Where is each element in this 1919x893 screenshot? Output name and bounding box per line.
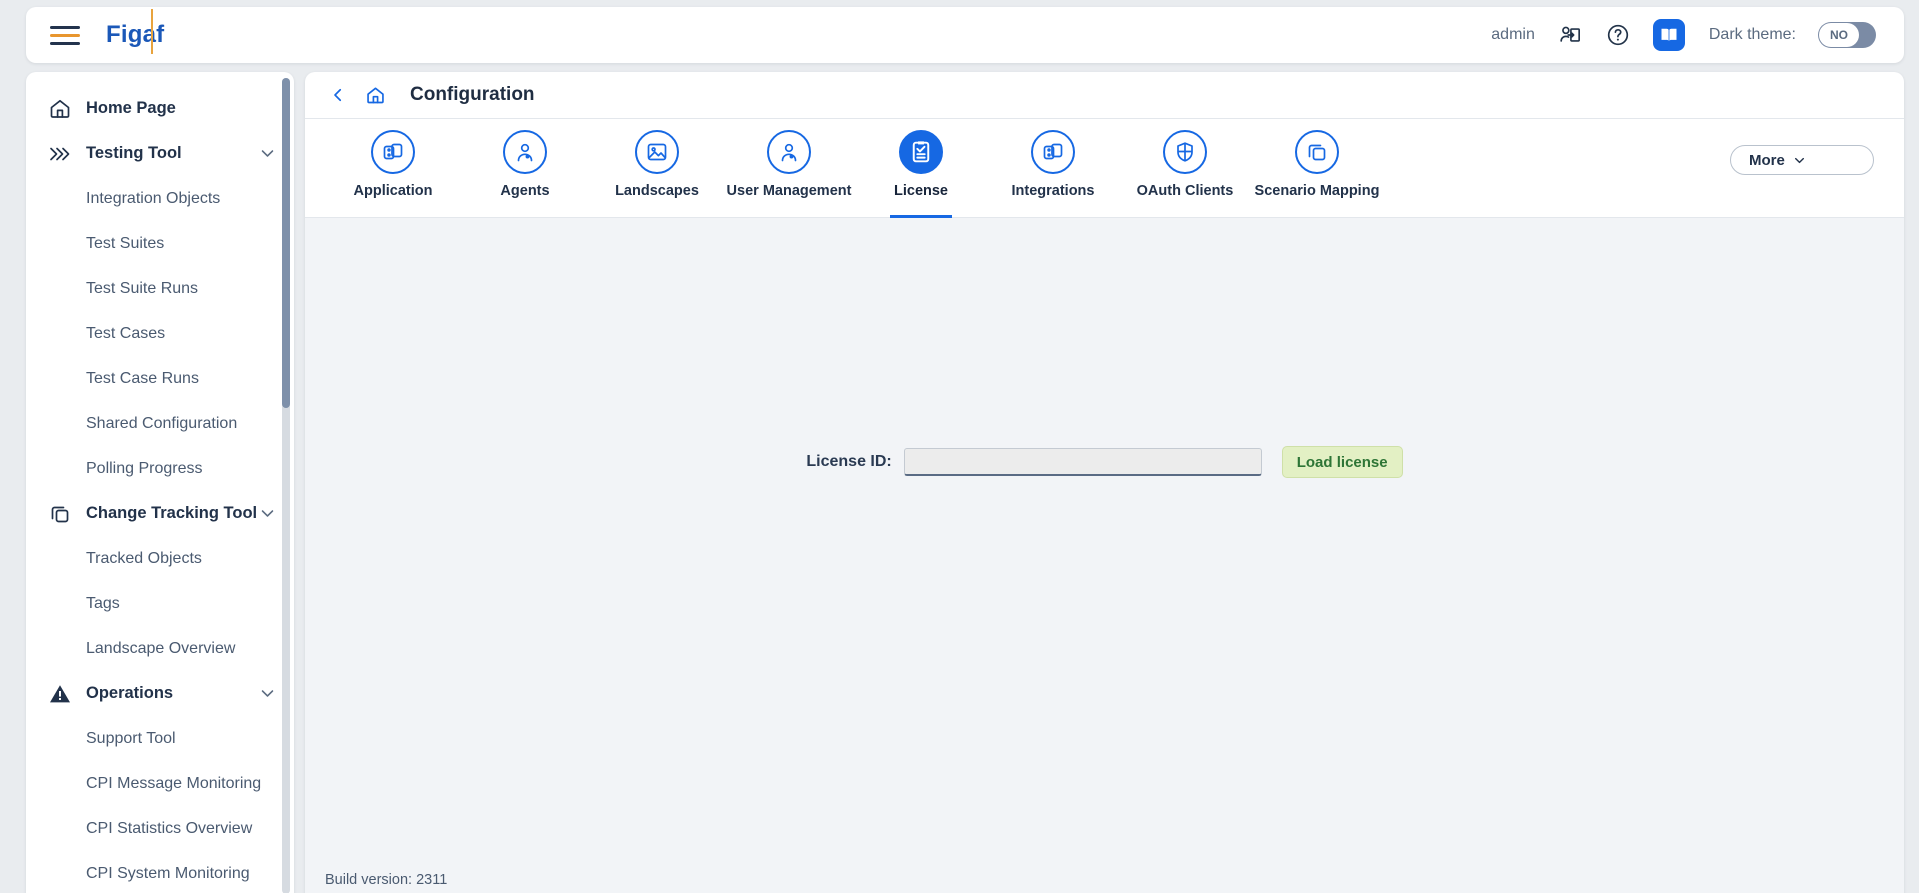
sidebar-group-operations[interactable]: Operations (26, 671, 294, 716)
sidebar-item-cpi-statistics-overview[interactable]: CPI Statistics Overview (26, 806, 294, 851)
chevron-down-icon[interactable] (259, 685, 276, 702)
chevron-down-icon (1794, 157, 1804, 163)
sidebar-item-label: Test Suite Runs (86, 279, 199, 297)
more-button[interactable]: More (1730, 145, 1874, 175)
sidebar-nav-list: Home Page Testing Tool Integration Objects… (26, 72, 294, 893)
copy-icon (48, 502, 72, 526)
tab-label: Integrations (1011, 183, 1095, 199)
sidebar-group-label: Operations (86, 684, 174, 702)
tab-label: Application (353, 183, 433, 199)
sidebar-item-label: Test Suites (86, 234, 165, 252)
sidebar-item-test-suite-runs[interactable]: Test Suite Runs (26, 266, 294, 311)
header-actions: admin Dark theme: NO (1491, 19, 1876, 51)
sidebar-group-label: Testing Tool (86, 144, 182, 162)
clipboard-check-icon (899, 130, 943, 174)
sidebar-item-test-cases[interactable]: Test Cases (26, 311, 294, 356)
sidebar-item-label: Tags (86, 594, 120, 612)
tab-user-management[interactable]: User Management (723, 119, 855, 218)
license-content-area: License ID: Load license Build version: … (305, 218, 1904, 893)
sidebar-group-change-tracking-tool[interactable]: Change Tracking Tool (26, 491, 294, 536)
sidebar-group-label: Change Tracking Tool (86, 504, 258, 522)
sidebar-item-cpi-system-monitoring[interactable]: CPI System Monitoring (26, 851, 294, 893)
warning-triangle-icon (48, 682, 72, 706)
sidebar-item-test-case-runs[interactable]: Test Case Runs (26, 356, 294, 401)
tab-label: Scenario Mapping (1254, 183, 1380, 199)
help-icon[interactable] (1605, 22, 1631, 48)
sidebar-item-label: Shared Configuration (86, 414, 238, 432)
sidebar-item-label: Integration Objects (86, 189, 221, 207)
sidebar-scrollbar-thumb[interactable] (282, 78, 290, 408)
sidebar-item-label: CPI Statistics Overview (86, 819, 253, 837)
load-license-button[interactable]: Load license (1281, 446, 1403, 478)
chevrons-right-icon (48, 142, 72, 166)
brand-text: Figaf (106, 21, 165, 48)
top-header-bar: Figaf admin Dark theme: NO (26, 7, 1904, 63)
sidebar-item-integration-objects[interactable]: Integration Objects (26, 176, 294, 221)
sidebar-item-support-tool[interactable]: Support Tool (26, 716, 294, 761)
tab-label: OAuth Clients (1136, 183, 1234, 199)
sidebar-item-label: Polling Progress (86, 459, 203, 477)
dark-theme-toggle-value: NO (1819, 23, 1859, 47)
tab-label: License (894, 183, 948, 199)
current-user-label: admin (1491, 26, 1535, 43)
user-switch-icon[interactable] (1557, 22, 1583, 48)
sidebar-item-label: CPI System Monitoring (86, 864, 250, 882)
sidebar-item-label: CPI Message Monitoring (86, 774, 262, 792)
license-id-input[interactable] (903, 448, 1262, 476)
dark-theme-label: Dark theme: (1708, 26, 1796, 43)
tab-landscapes[interactable]: Landscapes (591, 119, 723, 218)
sidebar-item-label: Test Cases (86, 324, 166, 342)
sidebar-item-tracked-objects[interactable]: Tracked Objects (26, 536, 294, 581)
home-icon (48, 97, 72, 121)
chevron-down-icon[interactable] (259, 145, 276, 162)
license-id-label: License ID: (806, 453, 892, 470)
sidebar-group-testing-tool[interactable]: Testing Tool (26, 131, 294, 176)
sidebar-item-tags[interactable]: Tags (26, 581, 294, 626)
hamburger-icon[interactable] (50, 23, 80, 47)
sidebar-item-label: Support Tool (86, 729, 176, 747)
image-icon (635, 130, 679, 174)
sidebar-group-home-page[interactable]: Home Page (26, 86, 294, 131)
sidebar-item-cpi-message-monitoring[interactable]: CPI Message Monitoring (26, 761, 294, 806)
license-form: License ID: Load license (305, 446, 1904, 478)
build-version-label: Build version: 2311 (325, 872, 448, 888)
tab-application[interactable]: Application (327, 119, 459, 218)
shield-icon (1163, 130, 1207, 174)
sidebar-item-label: Test Case Runs (86, 369, 199, 387)
more-button-label: More (1749, 151, 1785, 169)
dark-theme-toggle[interactable]: NO (1818, 22, 1876, 48)
breadcrumb: Configuration (305, 72, 1904, 119)
tab-label: Landscapes (615, 183, 699, 199)
sidebar-group-label: Home Page (86, 99, 176, 117)
person-badge-icon (503, 130, 547, 174)
sidebar-item-label: Tracked Objects (86, 549, 202, 567)
configuration-tabs: Application Agents Landscapes User Manageme… (305, 119, 1904, 218)
back-icon[interactable] (329, 86, 347, 104)
copy-icon (1295, 130, 1339, 174)
chevron-down-icon[interactable] (259, 505, 276, 522)
tab-integrations[interactable]: Integrations (987, 119, 1119, 218)
page-title: Configuration (410, 84, 535, 105)
tab-license[interactable]: License (855, 119, 987, 218)
sidebar-item-polling-progress[interactable]: Polling Progress (26, 446, 294, 491)
app-cards-icon (1031, 130, 1075, 174)
tab-scenario-mapping[interactable]: Scenario Mapping (1251, 119, 1383, 218)
person-badge-icon (767, 130, 811, 174)
tab-oauth-clients[interactable]: OAuth Clients (1119, 119, 1251, 218)
brand-accent-mark (151, 9, 153, 54)
sidebar-item-label: Landscape Overview (86, 639, 236, 657)
app-logo[interactable]: Figaf (106, 9, 165, 54)
sidebar: Home Page Testing Tool Integration Objects… (26, 72, 294, 893)
sidebar-item-shared-configuration[interactable]: Shared Configuration (26, 401, 294, 446)
sidebar-item-test-suites[interactable]: Test Suites (26, 221, 294, 266)
tab-label: Agents (500, 183, 550, 199)
home-icon[interactable] (365, 85, 386, 106)
app-cards-icon (371, 130, 415, 174)
documentation-icon[interactable] (1652, 19, 1685, 51)
tab-agents[interactable]: Agents (459, 119, 591, 218)
tab-label: User Management (726, 183, 852, 199)
main-content-panel: Configuration Application Agents Landscape… (305, 72, 1904, 893)
sidebar-item-landscape-overview[interactable]: Landscape Overview (26, 626, 294, 671)
